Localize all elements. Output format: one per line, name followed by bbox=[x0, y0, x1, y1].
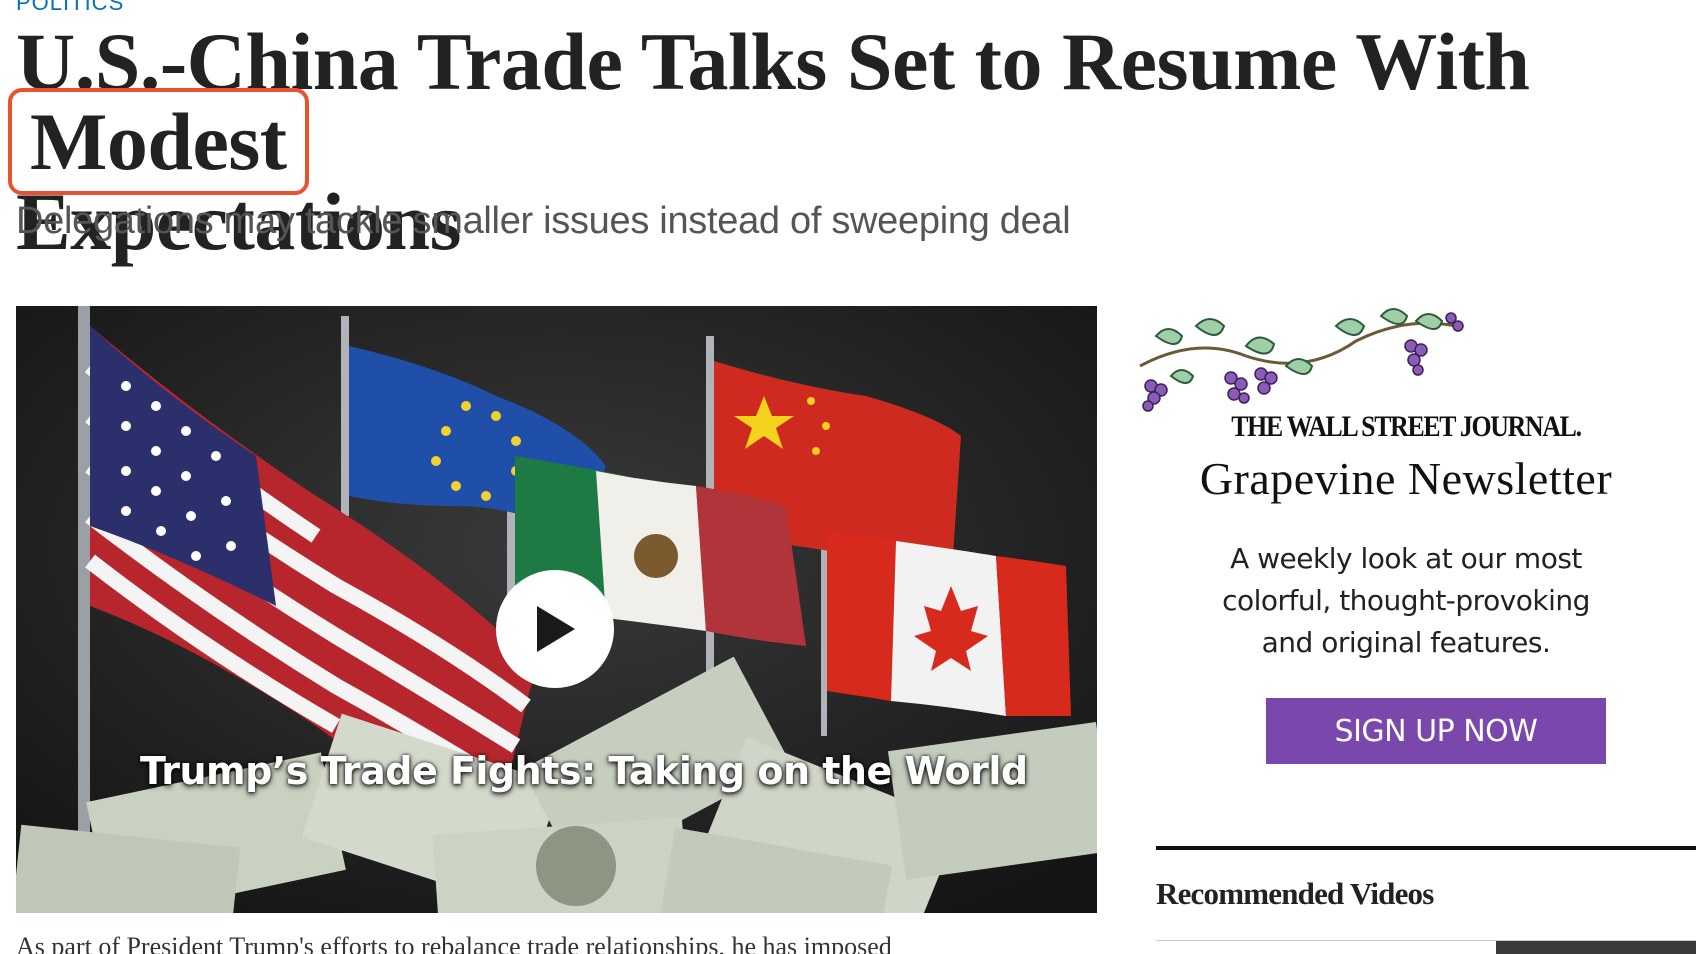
ad-brand-wordmark: THE WALL STREET JOURNAL. bbox=[1231, 410, 1582, 443]
article-body-paragraph: As part of President Trump's efforts to … bbox=[16, 932, 892, 954]
video-player[interactable]: Trump’s Trade Fights: Taking on the Worl… bbox=[16, 306, 1097, 913]
sign-up-button[interactable]: SIGN UP NOW bbox=[1266, 698, 1606, 764]
grapevine-illustration bbox=[1139, 308, 1464, 412]
play-icon bbox=[537, 606, 575, 652]
section-divider bbox=[1156, 846, 1696, 850]
ad-title: Grapevine Newsletter bbox=[1199, 453, 1613, 504]
video-title: Trump’s Trade Fights: Taking on the Worl… bbox=[140, 749, 1028, 793]
ad-description: A weekly look at our most colorful, thou… bbox=[1222, 542, 1590, 659]
recommended-video-thumbnail[interactable] bbox=[1496, 941, 1696, 954]
section-label[interactable]: POLITICS bbox=[16, 0, 124, 16]
play-button[interactable] bbox=[496, 570, 614, 688]
headline-highlighted-word: Modest bbox=[8, 88, 309, 195]
article-dek: Delegations may tackle smaller issues in… bbox=[16, 200, 1071, 242]
headline-main: U.S.-China Trade Talks Set to Resume Wit… bbox=[16, 16, 1530, 107]
recommended-videos-heading: Recommended Videos bbox=[1156, 876, 1434, 911]
newsletter-ad[interactable]: THE WALL STREET JOURNAL. Grapevine Newsl… bbox=[1136, 306, 1676, 776]
